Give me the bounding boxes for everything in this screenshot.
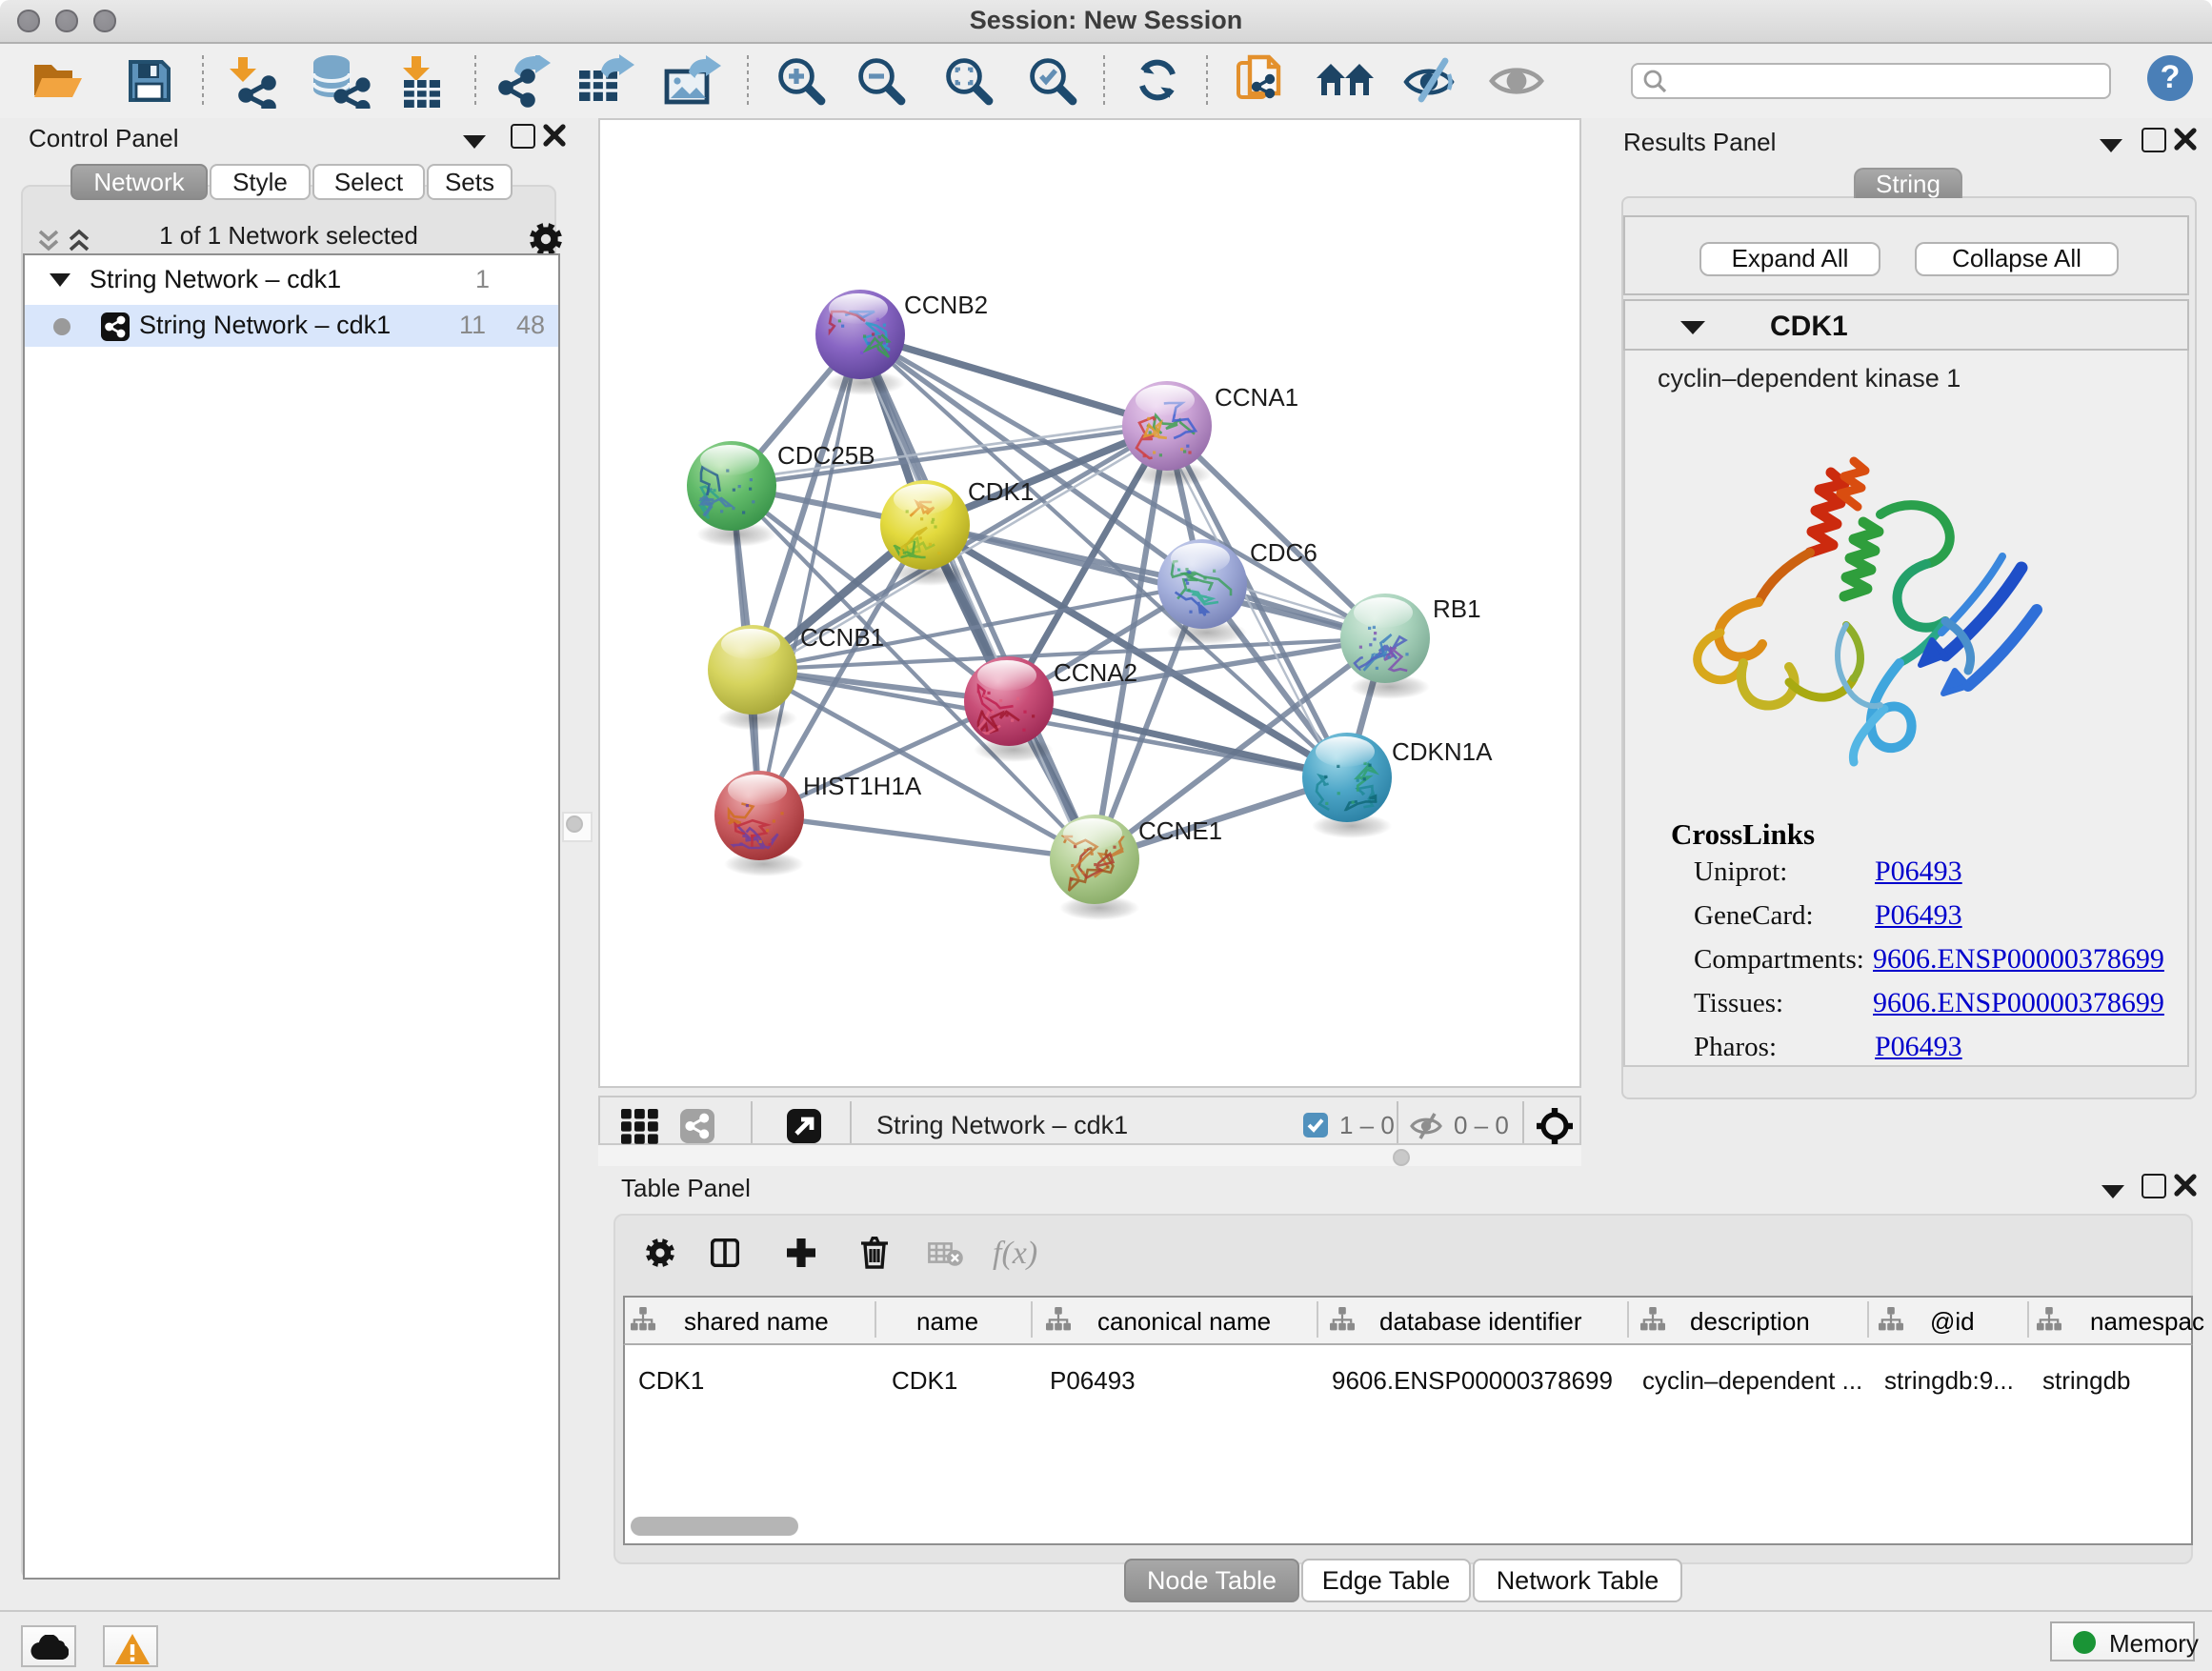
svg-text:CCNB1: CCNB1 — [800, 623, 884, 652]
svg-text:CDC6: CDC6 — [1250, 538, 1317, 567]
svg-text:CCNE1: CCNE1 — [1138, 816, 1222, 845]
svg-text:CDK1: CDK1 — [968, 477, 1034, 506]
svg-text:CCNA1: CCNA1 — [1215, 383, 1298, 412]
svg-text:CDKN1A: CDKN1A — [1392, 737, 1493, 766]
svg-text:CDC25B: CDC25B — [777, 441, 875, 470]
svg-text:RB1: RB1 — [1433, 594, 1481, 623]
svg-text:CCNA2: CCNA2 — [1054, 658, 1137, 687]
svg-text:CCNB2: CCNB2 — [904, 291, 988, 319]
svg-text:HIST1H1A: HIST1H1A — [803, 772, 922, 800]
